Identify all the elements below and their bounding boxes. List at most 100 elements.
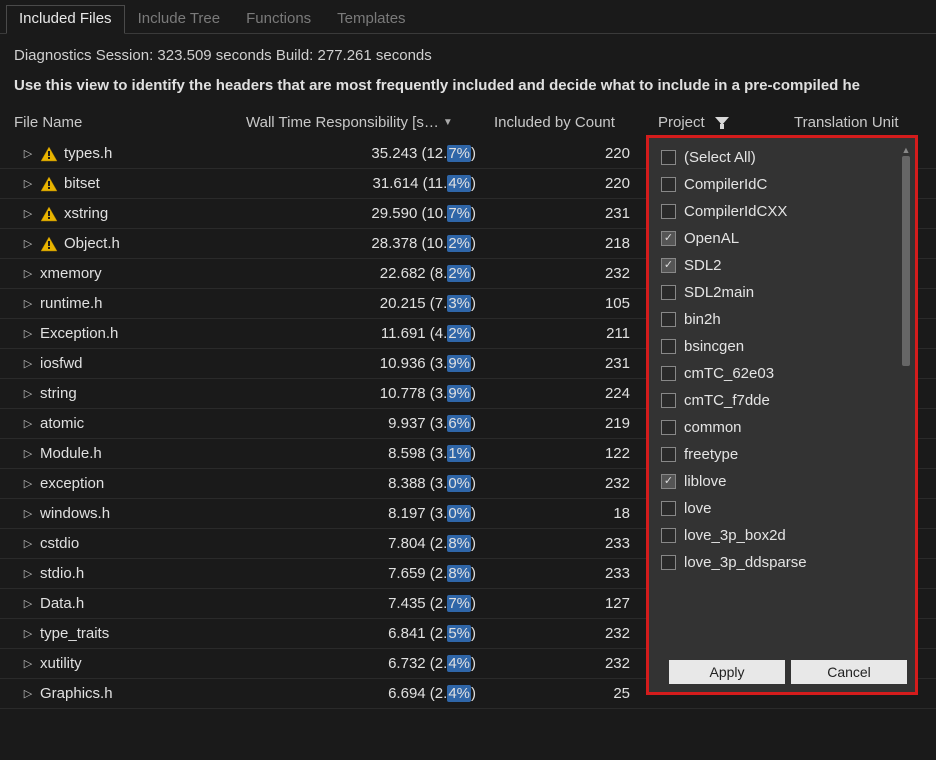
scroll-thumb[interactable] (902, 156, 910, 366)
tab-included-files[interactable]: Included Files (6, 5, 125, 34)
checkbox-icon[interactable] (661, 150, 676, 165)
info-block: Diagnostics Session: 323.509 seconds Bui… (0, 34, 936, 100)
expander-icon[interactable]: ▷ (22, 387, 34, 400)
filter-item[interactable]: OpenAL (657, 225, 911, 252)
wall-time-value: 10.778 (3. (380, 385, 448, 402)
checkbox-icon[interactable] (661, 258, 676, 273)
expander-icon[interactable]: ▷ (22, 597, 34, 610)
cancel-button[interactable]: Cancel (791, 660, 907, 684)
expander-icon[interactable]: ▷ (22, 267, 34, 280)
tab-templates[interactable]: Templates (324, 5, 418, 34)
expander-icon[interactable]: ▷ (22, 177, 34, 190)
apply-button[interactable]: Apply (669, 660, 785, 684)
checkbox-icon[interactable] (661, 420, 676, 435)
wall-time-cell: 31.614 (11.4%) (246, 175, 494, 192)
filter-item[interactable]: CompilerIdC (657, 171, 911, 198)
filter-item-label: love_3p_ddsparse (684, 554, 807, 571)
filter-item[interactable]: love (657, 495, 911, 522)
expander-icon[interactable]: ▷ (22, 207, 34, 220)
expander-icon[interactable]: ▷ (22, 537, 34, 550)
wall-time-cell: 8.598 (3.1%) (246, 445, 494, 462)
checkbox-icon[interactable] (661, 474, 676, 489)
filter-item[interactable]: cmTC_f7dde (657, 387, 911, 414)
expander-icon[interactable]: ▷ (22, 477, 34, 490)
expander-icon[interactable]: ▷ (22, 627, 34, 640)
wall-time-highlight: 4% (447, 655, 471, 672)
filter-item[interactable]: love_3p_box2d (657, 522, 911, 549)
checkbox-icon[interactable] (661, 555, 676, 570)
wall-time-cell: 22.682 (8.2%) (246, 265, 494, 282)
expander-icon[interactable]: ▷ (22, 567, 34, 580)
checkbox-icon[interactable] (661, 501, 676, 516)
expander-icon[interactable]: ▷ (22, 687, 34, 700)
wall-time-cell: 20.215 (7.3%) (246, 295, 494, 312)
checkbox-icon[interactable] (661, 447, 676, 462)
expander-icon[interactable]: ▷ (22, 447, 34, 460)
file-name: iosfwd (40, 355, 83, 372)
filter-item[interactable]: bsincgen (657, 333, 911, 360)
filter-item[interactable]: SDL2 (657, 252, 911, 279)
checkbox-icon[interactable] (661, 177, 676, 192)
expander-icon[interactable]: ▷ (22, 297, 34, 310)
wall-time-highlight: 2% (447, 265, 471, 282)
scroll-up-icon[interactable]: ▲ (900, 144, 912, 156)
tab-functions[interactable]: Functions (233, 5, 324, 34)
file-name-cell: ▷atomic (14, 415, 246, 432)
wall-time-cell: 6.841 (2.5%) (246, 625, 494, 642)
column-included-by-count[interactable]: Included by Count (494, 114, 658, 131)
file-name-cell: ▷windows.h (14, 505, 246, 522)
column-file-name[interactable]: File Name (14, 114, 246, 131)
checkbox-icon[interactable] (661, 204, 676, 219)
filter-item[interactable]: liblove (657, 468, 911, 495)
expander-icon[interactable]: ▷ (22, 357, 34, 370)
filter-item[interactable]: (Select All) (657, 144, 911, 171)
wall-time-cell: 10.778 (3.9%) (246, 385, 494, 402)
wall-time-suffix: ) (471, 175, 476, 192)
checkbox-icon[interactable] (661, 285, 676, 300)
column-wall-time[interactable]: Wall Time Responsibility [s… ▼ (246, 114, 494, 131)
wall-time-suffix: ) (471, 475, 476, 492)
wall-time-suffix: ) (471, 295, 476, 312)
column-project[interactable]: Project (658, 114, 794, 131)
filter-item[interactable]: CompilerIdCXX (657, 198, 911, 225)
file-name: string (40, 385, 77, 402)
expander-icon[interactable]: ▷ (22, 657, 34, 670)
filter-item[interactable]: common (657, 414, 911, 441)
column-translation-unit[interactable]: Translation Unit (794, 114, 936, 131)
filter-item[interactable]: love_3p_ddsparse (657, 549, 911, 576)
filter-icon[interactable] (715, 117, 729, 129)
checkbox-icon[interactable] (661, 339, 676, 354)
checkbox-icon[interactable] (661, 528, 676, 543)
filter-item[interactable]: SDL2main (657, 279, 911, 306)
column-project-label: Project (658, 114, 705, 131)
filter-item[interactable]: cmTC_62e03 (657, 360, 911, 387)
filter-button-bar: Apply Cancel (649, 652, 915, 692)
scroll-track[interactable] (900, 156, 912, 652)
wall-time-highlight: 7% (447, 205, 471, 222)
checkbox-icon[interactable] (661, 393, 676, 408)
expander-icon[interactable]: ▷ (22, 237, 34, 250)
checkbox-icon[interactable] (661, 366, 676, 381)
filter-item[interactable]: freetype (657, 441, 911, 468)
wall-time-suffix: ) (471, 565, 476, 582)
included-by-count-cell: 224 (494, 385, 658, 402)
file-name-cell: ▷ iosfwd (14, 355, 246, 372)
expander-icon[interactable]: ▷ (22, 147, 34, 160)
checkbox-icon[interactable] (661, 231, 676, 246)
filter-list: (Select All)CompilerIdCCompilerIdCXXOpen… (649, 138, 915, 652)
filter-item[interactable]: bin2h (657, 306, 911, 333)
file-name: runtime.h (40, 295, 103, 312)
filter-item-label: love (684, 500, 712, 517)
file-name-cell: ▷xutility (14, 655, 246, 672)
wall-time-suffix: ) (471, 535, 476, 552)
filter-item-label: liblove (684, 473, 727, 490)
wall-time-suffix: ) (471, 145, 476, 162)
wall-time-value: 7.435 (2. (388, 595, 447, 612)
wall-time-highlight: 9% (447, 355, 471, 372)
tab-include-tree[interactable]: Include Tree (125, 5, 234, 34)
filter-scrollbar[interactable]: ▲ ▼ (900, 144, 912, 652)
checkbox-icon[interactable] (661, 312, 676, 327)
expander-icon[interactable]: ▷ (22, 327, 34, 340)
expander-icon[interactable]: ▷ (22, 417, 34, 430)
expander-icon[interactable]: ▷ (22, 507, 34, 520)
